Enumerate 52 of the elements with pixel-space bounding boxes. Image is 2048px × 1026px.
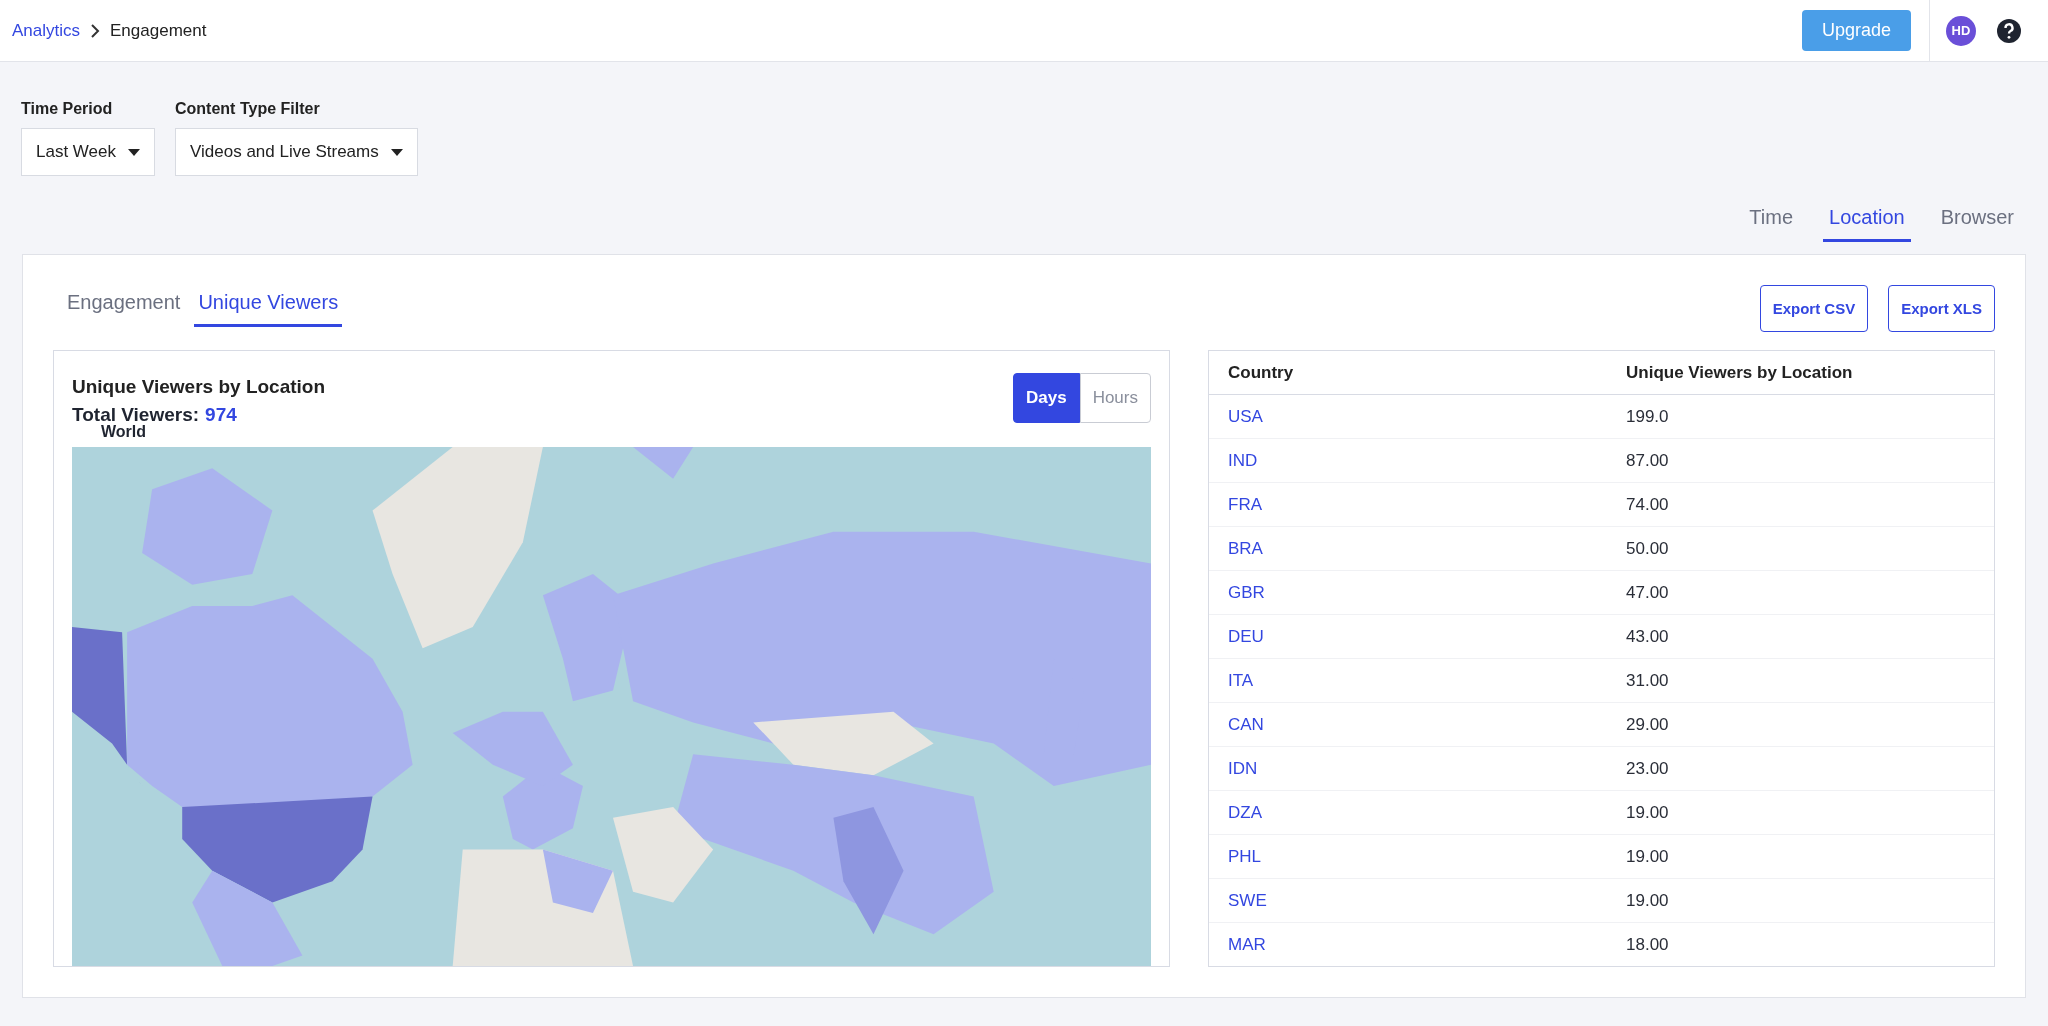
country-link[interactable]: CAN bbox=[1228, 714, 1264, 734]
country-link[interactable]: IDN bbox=[1228, 758, 1258, 778]
table-cell: 31.00 bbox=[1626, 670, 1669, 690]
country-link[interactable]: GBR bbox=[1228, 582, 1265, 602]
table-cell: 74.00 bbox=[1626, 494, 1669, 514]
view-tab[interactable]: Location bbox=[1823, 198, 1911, 242]
country-link[interactable]: PHL bbox=[1228, 846, 1262, 866]
chevron-right-icon bbox=[90, 23, 101, 38]
table-cell: 43.00 bbox=[1626, 626, 1669, 646]
view-tab[interactable]: Browser bbox=[1934, 198, 2020, 242]
view-tab[interactable]: Time bbox=[1743, 198, 1799, 242]
table-cell: 47.00 bbox=[1626, 582, 1669, 602]
export-button[interactable]: Export XLS bbox=[1888, 285, 1995, 332]
column-header: Unique Viewers by Location bbox=[1626, 362, 1854, 383]
panel-title: Unique Viewers by Location bbox=[72, 375, 326, 399]
table-cell: 19.00 bbox=[1626, 802, 1669, 822]
caret-icon bbox=[390, 148, 403, 156]
country-link[interactable]: DEU bbox=[1228, 626, 1264, 646]
metric-tab[interactable]: Engagement bbox=[63, 285, 185, 327]
total-value: 974 bbox=[205, 403, 237, 427]
country-link[interactable]: USA bbox=[1228, 406, 1263, 426]
country-link[interactable]: SWE bbox=[1228, 890, 1267, 910]
column-header: Country bbox=[1228, 362, 1295, 383]
table-cell: 19.00 bbox=[1626, 890, 1669, 910]
granularity-button[interactable]: Days bbox=[1013, 373, 1080, 423]
table-cell: 199.0 bbox=[1626, 406, 1669, 426]
user-avatar[interactable]: HD bbox=[1946, 15, 1976, 46]
table-cell: 87.00 bbox=[1626, 450, 1669, 470]
filter-label: Time Period bbox=[21, 100, 114, 118]
export-button[interactable]: Export CSV bbox=[1759, 285, 1869, 332]
help-icon[interactable] bbox=[1996, 17, 2022, 44]
table-cell: 29.00 bbox=[1626, 714, 1669, 734]
metric-tab[interactable]: Unique Viewers bbox=[194, 285, 343, 327]
breadcrumb-current: Engagement bbox=[110, 20, 207, 41]
country-link[interactable]: DZA bbox=[1228, 802, 1262, 822]
table-cell: 50.00 bbox=[1626, 538, 1669, 558]
map-title: World bbox=[101, 423, 148, 441]
granularity-button[interactable]: Hours bbox=[1079, 373, 1151, 423]
dropdown-select[interactable]: Videos and Live Streams bbox=[175, 128, 418, 176]
filter-label: Content Type Filter bbox=[175, 100, 321, 118]
country-link[interactable]: ITA bbox=[1228, 670, 1254, 690]
table-cell: 19.00 bbox=[1626, 846, 1669, 866]
breadcrumb-link[interactable]: Analytics bbox=[12, 20, 81, 41]
country-link[interactable]: MAR bbox=[1228, 934, 1266, 954]
country-link[interactable]: BRA bbox=[1228, 538, 1263, 558]
country-link[interactable]: FRA bbox=[1228, 494, 1262, 514]
dropdown-select[interactable]: Last Week bbox=[21, 128, 155, 176]
country-link[interactable]: IND bbox=[1228, 450, 1258, 470]
table-cell: 18.00 bbox=[1626, 934, 1669, 954]
total-label: Total Viewers: bbox=[72, 403, 200, 425]
table-cell: 23.00 bbox=[1626, 758, 1669, 778]
caret-icon bbox=[128, 148, 140, 156]
